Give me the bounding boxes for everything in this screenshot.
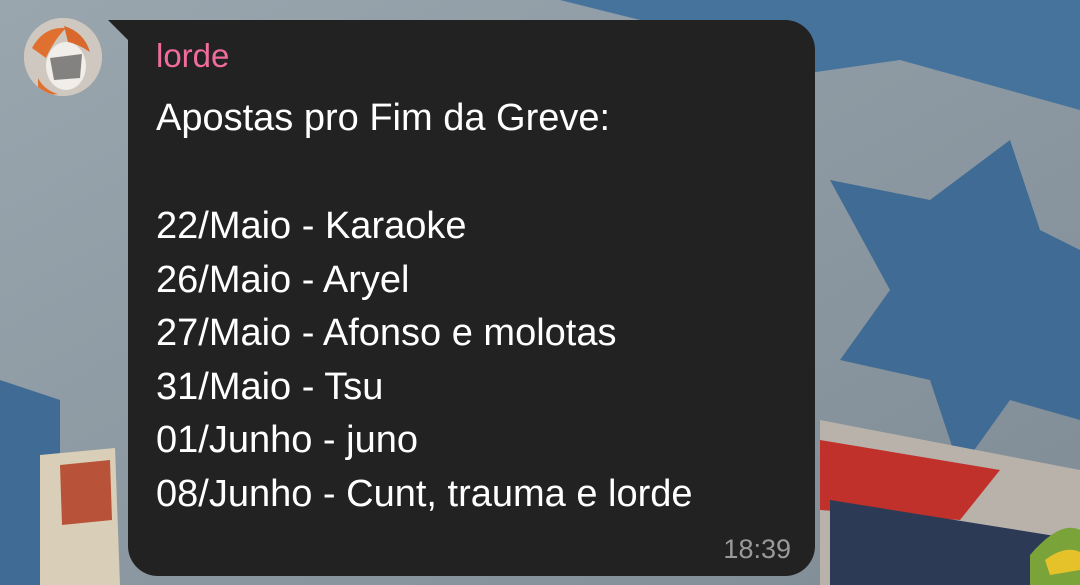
message-lines: 22/Maio - Karaoke 26/Maio - Aryel 27/Mai… — [156, 200, 693, 522]
message-timestamp: 18:39 — [723, 534, 791, 564]
message-line: 26/Maio - Aryel — [156, 258, 410, 301]
message-line: 31/Maio - Tsu — [156, 365, 384, 408]
user-avatar-image[interactable] — [24, 18, 102, 96]
message-line: 08/Junho - Cunt, trauma e lorde — [156, 472, 693, 515]
message-line: 27/Maio - Afonso e molotas — [156, 312, 617, 355]
chat-background: lorde Apostas pro Fim da Greve: 22/Maio … — [0, 0, 1080, 585]
message-bubble[interactable]: lorde Apostas pro Fim da Greve: 22/Maio … — [128, 20, 815, 576]
sender-name[interactable]: lorde — [156, 36, 229, 76]
message-line: 01/Junho - juno — [156, 419, 418, 462]
message-title-line: Apostas pro Fim da Greve: — [156, 97, 611, 139]
bubble-tail — [108, 20, 130, 42]
message-line: 22/Maio - Karaoke — [156, 205, 467, 247]
